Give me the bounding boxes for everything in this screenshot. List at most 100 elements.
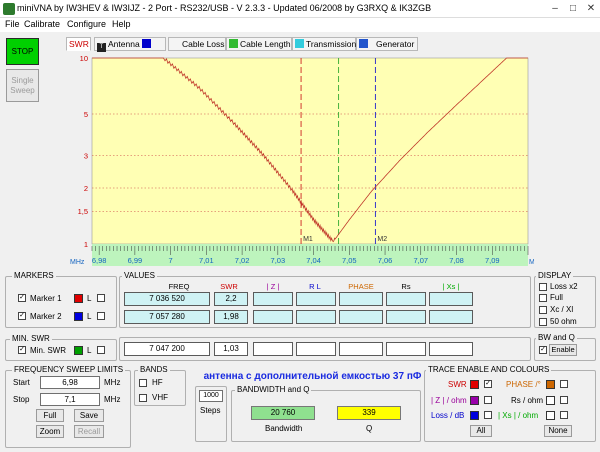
q-label: Q [366,424,373,433]
trace-z-checkbox[interactable] [484,396,492,404]
tab-cable-loss[interactable]: Cable Loss [168,37,226,51]
marker1-checkbox[interactable]: ✓ [18,294,26,302]
y-tick-label: 10 [80,54,88,63]
maximize-icon[interactable]: □ [566,3,580,15]
marker2-label: Marker 2 [30,312,62,321]
single-sweep-label-1: Single [11,76,34,85]
min-swr-l-checkbox[interactable] [97,346,105,354]
trace-phase-color[interactable] [546,380,555,389]
menu-calibrate[interactable]: Calibrate [24,19,60,29]
marker2-l-checkbox[interactable] [97,312,105,320]
marker1-l-label: L [87,294,92,303]
x-unit-left: MHz [70,259,85,266]
menu-configure[interactable]: Configure [67,19,106,29]
y-tick-label: 1,5 [78,207,88,216]
hf-checkbox[interactable] [139,379,147,387]
trace-rs-color[interactable] [546,396,555,405]
start-input[interactable]: 6,98 [40,376,100,389]
y-tick-label: 2 [84,184,88,193]
trace-swr-checkbox[interactable]: ✓ [484,380,492,388]
trace-loss-color[interactable] [470,411,479,420]
xc-xl-label: Xc / Xl [550,305,574,314]
enable-button[interactable]: Enable [549,344,577,356]
tab-cable-length-label: Cable Length [240,39,291,49]
minimize-icon[interactable]: – [548,3,562,15]
bands-title: BANDS [138,365,170,374]
tab-swr[interactable]: SWR [66,37,91,51]
values-title: VALUES [122,271,157,280]
vhf-checkbox[interactable] [139,394,147,402]
recall-button[interactable]: Recall [74,425,104,438]
trace-rs-checkbox[interactable] [560,396,568,404]
marker-label: M1 [303,236,313,243]
zoom-button[interactable]: Zoom [36,425,64,438]
trace-xs-color[interactable] [546,411,555,420]
bw-enable-checkbox[interactable]: ✓ [539,346,547,354]
trace-phase-checkbox[interactable] [560,380,568,388]
trace-swr-color[interactable] [470,380,479,389]
marker2-color-swatch[interactable] [74,312,83,321]
steps-label: Steps [200,406,221,415]
header-swr: SWR [220,282,238,291]
xc-xl-checkbox[interactable] [539,306,547,314]
marker2-z [253,310,293,324]
marker2-checkbox[interactable]: ✓ [18,312,26,320]
loss-x2-checkbox[interactable] [539,283,547,291]
y-tick-label: 5 [84,110,88,119]
bandwidth-label: Bandwidth [265,424,303,433]
50-ohm-checkbox[interactable] [539,318,547,326]
trace-all-button[interactable]: All [470,425,492,437]
min-swr-swr: 1,03 [214,342,248,356]
menu-file[interactable]: File [5,19,20,29]
min-swr-title: MIN. SWR [10,334,52,343]
marker1-l-checkbox[interactable] [97,294,105,302]
start-unit: MHz [104,378,121,387]
stop-label: Stop [13,395,30,404]
marker1-label: Marker 1 [30,294,62,303]
menu-bar: File Calibrate Configure Help [0,18,600,32]
trace-rs-label: Rs / ohm [511,396,544,405]
marker2-freq: 7 057 280 [124,310,210,324]
marker1-phase [339,292,383,306]
marker1-color-swatch[interactable] [74,294,83,303]
x-tick-label: 7,02 [235,256,250,265]
tab-generator-label: Generator [376,39,415,49]
trace-phase-label: PHASE /° [506,380,541,389]
close-icon[interactable]: ✕ [584,3,598,15]
marker2-swr: 1,98 [214,310,248,324]
menu-help[interactable]: Help [112,19,131,29]
full-checkbox[interactable] [539,294,547,302]
trace-title: TRACE ENABLE AND COLOURS [426,365,552,374]
antenna-color-swatch [142,39,152,48]
min-swr-color-swatch[interactable] [74,346,83,355]
markers-title: MARKERS [12,271,56,280]
tab-antenna[interactable]: T Antenna [94,37,166,52]
header-freq: FREQ [168,282,190,291]
loss-x2-label: Loss x2 [550,282,578,291]
tab-generator[interactable]: Generator [356,37,418,51]
single-sweep-label-2: Sweep [10,86,35,95]
trace-xs-checkbox[interactable] [560,411,568,419]
save-button[interactable]: Save [74,409,104,422]
x-tick-label: 7,05 [342,256,357,265]
marker2-xs [429,310,473,324]
full-button[interactable]: Full [36,409,64,422]
tab-transmission[interactable]: Transmission [292,37,356,51]
stop-button[interactable]: STOP [6,38,39,65]
marker1-z [253,292,293,306]
stop-unit: MHz [104,395,121,404]
trace-z-color[interactable] [470,396,479,405]
swr-chart[interactable]: 10 5 3 2 1,5 1 6,98 6,99 7 7,01 7,02 7,03 7,04 7,05 7… [66,52,534,268]
steps-input[interactable]: 1000 [199,390,223,402]
trace-none-button[interactable]: None [544,425,572,437]
x-unit-right: MHz [529,259,534,266]
trace-loss-checkbox[interactable] [484,411,492,419]
tab-cable-length[interactable]: Cable Length [226,37,292,51]
min-swr-checkbox[interactable]: ✓ [18,346,26,354]
stop-input[interactable]: 7,1 [40,393,100,406]
trace-swr-label: SWR [448,380,467,389]
full-label: Full [550,293,563,302]
start-label: Start [13,378,30,387]
min-swr-l-label: L [87,346,92,355]
single-sweep-button[interactable]: Single Sweep [6,69,39,102]
